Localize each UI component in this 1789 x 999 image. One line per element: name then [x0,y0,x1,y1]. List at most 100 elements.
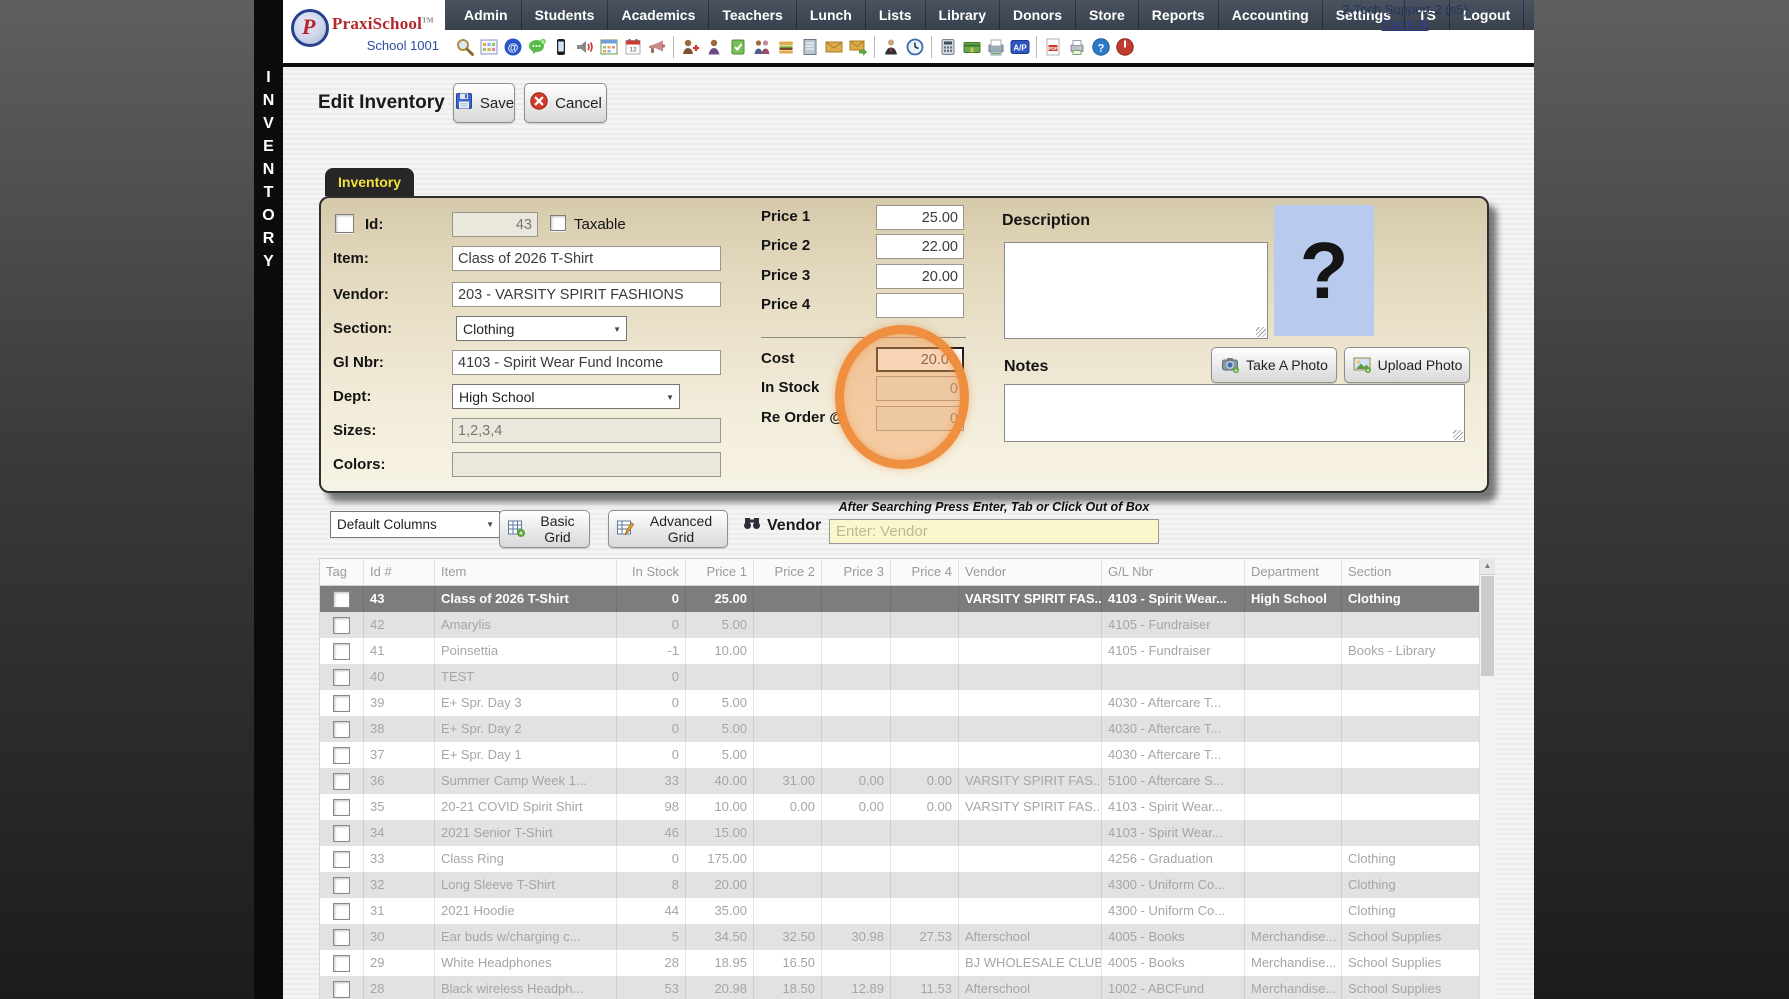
nav-admin[interactable]: Admin [451,0,522,30]
tag-checkbox[interactable] [333,669,350,686]
price4-field[interactable] [876,293,964,318]
tag-checkbox[interactable] [333,955,350,972]
cell-tag[interactable] [320,638,364,664]
price2-field[interactable] [876,234,964,259]
take-photo-button[interactable]: + Take A Photo [1211,347,1337,383]
accounts-payable-icon[interactable]: A/P [1008,36,1032,58]
tag-checkbox[interactable] [333,591,350,608]
gradebook-icon[interactable] [726,36,750,58]
scroll-up-arrow[interactable]: ▲ [1480,558,1495,575]
price1-field[interactable] [876,205,964,230]
tag-checkbox[interactable] [333,695,350,712]
section-select[interactable]: Clothing [456,316,627,341]
clock-in-link[interactable]: Clock In [1325,17,1485,32]
phone-icon[interactable] [549,36,573,58]
logoff-icon[interactable] [1113,36,1137,58]
cell-tag[interactable] [320,768,364,794]
cell-tag[interactable] [320,846,364,872]
basic-grid-button[interactable]: + Basic Grid [499,510,590,548]
table-row-40[interactable]: 40TEST0 [320,664,1480,690]
table-row-34[interactable]: 342021 Senior T-Shirt4615.004103 - Spiri… [320,820,1480,846]
table-row-36[interactable]: 36Summer Camp Week 1...3340.0031.000.000… [320,768,1480,794]
col-header-dept[interactable]: Department [1245,559,1342,585]
table-row-43[interactable]: 43Class of 2026 T-Shirt025.00VARSITY SPI… [320,586,1480,612]
vendor-search-input[interactable] [829,519,1159,544]
table-row-33[interactable]: 33Class Ring0175.004256 - GraduationClot… [320,846,1480,872]
schedule-icon[interactable] [597,36,621,58]
col-header-section[interactable]: Section [1342,559,1480,585]
search-icon[interactable] [453,36,477,58]
checks-icon[interactable] [984,36,1008,58]
table-row-41[interactable]: 41Poinsettia-110.004105 - FundraiserBook… [320,638,1480,664]
cell-tag[interactable] [320,872,364,898]
calendar-icon[interactable]: 12 [621,36,645,58]
dept-select[interactable]: High School [452,384,680,409]
notes-icon[interactable] [798,36,822,58]
id-checkbox[interactable] [335,214,354,233]
upload-photo-button[interactable]: + Upload Photo [1344,347,1470,383]
help-icon[interactable]: ? [1089,36,1113,58]
nav-reports[interactable]: Reports [1139,0,1219,30]
advanced-grid-button[interactable]: Advanced Grid [608,510,728,548]
tag-checkbox[interactable] [333,799,350,816]
nav-students[interactable]: Students [522,0,609,30]
cancel-button[interactable]: Cancel [524,83,607,123]
cell-tag[interactable] [320,794,364,820]
tag-checkbox[interactable] [333,903,350,920]
sizes-field[interactable] [452,418,721,443]
tag-checkbox[interactable] [333,721,350,738]
nav-store[interactable]: Store [1076,0,1139,30]
description-textarea[interactable] [1004,242,1268,339]
table-row-30[interactable]: 30Ear buds w/charging c...534.5032.5030.… [320,924,1480,950]
col-header-vendor[interactable]: Vendor [959,559,1102,585]
calculator-icon[interactable] [936,36,960,58]
inventory-tab[interactable]: Inventory [325,168,414,196]
tag-checkbox[interactable] [333,981,350,998]
taxable-checkbox[interactable] [550,215,566,231]
nav-academics[interactable]: Academics [608,0,709,30]
pdf-icon[interactable]: PDF [1041,36,1065,58]
cell-tag[interactable] [320,820,364,846]
tag-checkbox[interactable] [333,877,350,894]
price3-field[interactable] [876,264,964,289]
families-icon[interactable] [750,36,774,58]
table-row-35[interactable]: 3520-21 COVID Spirit Shirt9810.000.000.0… [320,794,1480,820]
add-student-icon[interactable] [678,36,702,58]
lunch-icon[interactable] [774,36,798,58]
col-header-p2[interactable]: Price 2 [754,559,822,585]
tag-checkbox[interactable] [333,617,350,634]
table-row-28[interactable]: 28Black wireless Headph...5320.9818.5012… [320,976,1480,999]
col-header-tag[interactable]: Tag [320,559,364,585]
cell-tag[interactable] [320,716,364,742]
mail-merge-icon[interactable] [846,36,870,58]
cell-tag[interactable] [320,690,364,716]
item-field[interactable] [452,246,721,271]
table-row-42[interactable]: 42Amarylis05.004105 - Fundraiser [320,612,1480,638]
cell-tag[interactable] [320,950,364,976]
id-field[interactable] [452,212,538,237]
col-header-gl[interactable]: G/L Nbr [1102,559,1245,585]
timeclock-icon[interactable] [903,36,927,58]
cell-tag[interactable] [320,924,364,950]
announcements-icon[interactable] [573,36,597,58]
nav-accounting[interactable]: Accounting [1219,0,1323,30]
columns-preset-select[interactable]: Default Columns [330,511,500,538]
col-header-id[interactable]: Id # [364,559,435,585]
tag-checkbox[interactable] [333,929,350,946]
nav-library[interactable]: Library [926,0,1000,30]
staff-icon[interactable] [879,36,903,58]
save-button[interactable]: Save [453,83,515,123]
student-icon[interactable] [702,36,726,58]
vendor-field[interactable] [452,282,721,307]
cell-tag[interactable] [320,612,364,638]
table-row-38[interactable]: 38E+ Spr. Day 205.004030 - Aftercare T..… [320,716,1480,742]
table-row-39[interactable]: 39E+ Spr. Day 305.004030 - Aftercare T..… [320,690,1480,716]
col-header-p4[interactable]: Price 4 [891,559,959,585]
payments-icon[interactable]: $ [960,36,984,58]
nav-lists[interactable]: Lists [866,0,926,30]
colors-field[interactable] [452,452,721,477]
grid-scrollbar[interactable]: ▲ [1479,558,1495,999]
reorder-field[interactable] [876,406,964,431]
gl-nbr-field[interactable] [452,350,721,375]
broadcast-icon[interactable] [645,36,669,58]
